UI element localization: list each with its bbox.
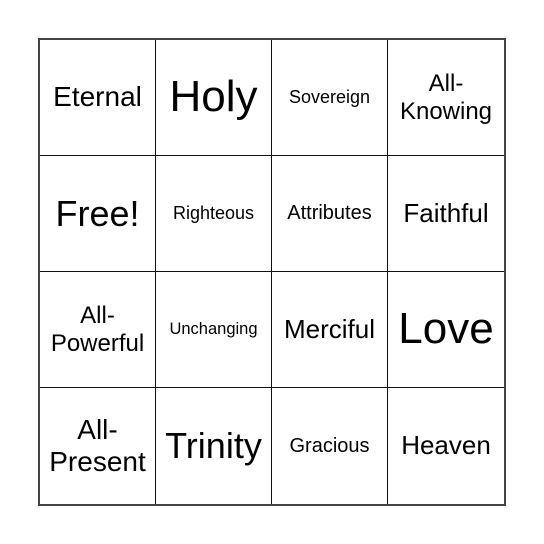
cell-label-line1: All- xyxy=(77,413,118,445)
bingo-cell-trinity[interactable]: Trinity xyxy=(156,388,272,504)
cell-label: Free! xyxy=(55,192,140,234)
cell-label: Righteous xyxy=(172,203,255,224)
bingo-cell-unchanging[interactable]: Unchanging xyxy=(156,272,272,388)
bingo-cell-free-space[interactable]: Free! xyxy=(40,156,156,272)
cell-label: Faithful xyxy=(403,197,489,228)
cell-label: Heaven xyxy=(401,430,491,461)
cell-label: Gracious xyxy=(289,434,370,457)
cell-label: Sovereign xyxy=(288,87,371,108)
bingo-cell-attributes[interactable]: Attributes xyxy=(272,156,388,272)
cell-label: Trinity xyxy=(165,425,262,467)
bingo-cell-all-knowing[interactable]: All- Knowing xyxy=(388,40,504,156)
cell-label-line2: Present xyxy=(49,446,146,477)
cell-label: Holy xyxy=(169,72,258,122)
bingo-cell-heaven[interactable]: Heaven xyxy=(388,388,504,504)
cell-label: Attributes xyxy=(287,202,372,224)
bingo-cell-love[interactable]: Love xyxy=(388,272,504,388)
cell-label-line1: All- xyxy=(80,301,115,329)
bingo-cell-holy[interactable]: Holy xyxy=(156,40,272,156)
cell-label: Unchanging xyxy=(169,320,258,339)
cell-label: Merciful xyxy=(283,313,375,344)
cell-label-line2: Powerful xyxy=(50,329,145,357)
bingo-cell-sovereign[interactable]: Sovereign xyxy=(272,40,388,156)
bingo-cell-righteous[interactable]: Righteous xyxy=(156,156,272,272)
cell-label-line2: Knowing xyxy=(399,97,493,125)
bingo-cell-gracious[interactable]: Gracious xyxy=(272,388,388,504)
cell-label: Love xyxy=(398,304,494,354)
bingo-cell-merciful[interactable]: Merciful xyxy=(272,272,388,388)
cell-label-line1: All- xyxy=(428,69,464,97)
bingo-cell-eternal[interactable]: Eternal xyxy=(40,40,156,156)
bingo-cell-all-present[interactable]: All- Present xyxy=(40,388,156,504)
cell-label: Eternal xyxy=(53,81,142,113)
bingo-cell-faithful[interactable]: Faithful xyxy=(388,156,504,272)
bingo-board: Eternal Holy Sovereign All- Knowing Free… xyxy=(38,38,506,506)
bingo-cell-all-powerful[interactable]: All- Powerful xyxy=(40,272,156,388)
